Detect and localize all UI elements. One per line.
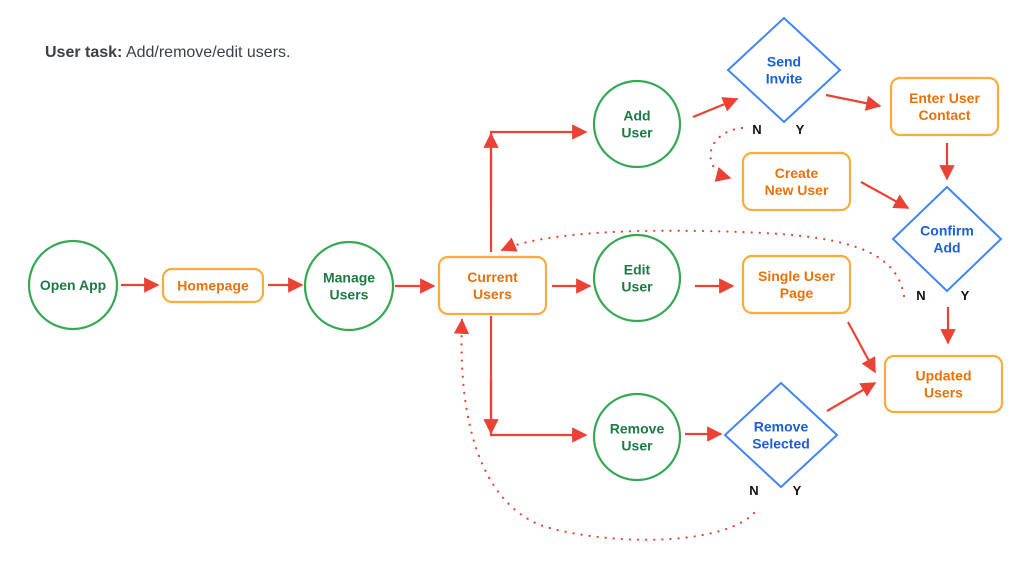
- edge-create-user-confirm-add: [860, 181, 910, 209]
- node-create-new-user: CreateNew User: [741, 151, 852, 212]
- edge-current-users-add-user: [489, 124, 588, 252]
- edge-send-invite-enter-contact: [825, 93, 882, 111]
- node-remove-user: RemoveUser: [592, 392, 682, 482]
- node-label: Contact: [918, 107, 970, 123]
- node-manage-users: ManageUsers: [303, 240, 395, 332]
- node-confirm-add: ConfirmAdd: [891, 185, 1003, 293]
- node-send-invite: SendInvite: [726, 16, 842, 124]
- node-label: Add: [623, 108, 650, 124]
- edge-remove-selected-updated-users: [826, 382, 877, 412]
- edge-current-users-remove-user: [489, 316, 588, 443]
- node-label: New User: [765, 182, 829, 198]
- node-label: Remove: [754, 419, 809, 435]
- remove-selected-yes-label: Y: [793, 483, 802, 498]
- node-current-users: CurrentUsers: [437, 255, 548, 316]
- send-invite-no-label: N: [752, 122, 761, 137]
- node-label: Page: [780, 285, 814, 301]
- edge-send-invite-no-create-user: [709, 126, 744, 182]
- confirm-add-yes-label: Y: [961, 288, 970, 303]
- node-label: Enter User: [909, 90, 980, 106]
- node-label: Homepage: [177, 278, 249, 294]
- node-label: Open App: [40, 277, 106, 293]
- node-label: Selected: [752, 436, 810, 452]
- node-label: Users: [924, 385, 963, 401]
- flow-diagram: Open App Homepage ManageUsersCurrentUsersA…: [27, 16, 1004, 541]
- node-label: User: [621, 279, 653, 295]
- node-single-user-page: Single UserPage: [741, 254, 852, 315]
- node-label: User: [621, 438, 653, 454]
- node-label: Updated: [916, 368, 972, 384]
- send-invite-yes-label: Y: [796, 122, 805, 137]
- remove-selected-no-label: N: [749, 483, 758, 498]
- node-label: Single User: [758, 268, 836, 284]
- node-open-app: Open App: [27, 239, 119, 331]
- node-label: Create: [775, 165, 819, 181]
- node-label: Manage: [323, 270, 375, 286]
- node-label: Current: [467, 269, 518, 285]
- node-add-user: AddUser: [592, 79, 682, 169]
- node-homepage: Homepage: [161, 267, 265, 304]
- node-label: Send: [767, 54, 801, 70]
- node-label: Add: [933, 240, 960, 256]
- node-label: Remove: [610, 421, 665, 437]
- node-label: Edit: [624, 262, 651, 278]
- node-updated-users: UpdatedUsers: [883, 354, 1004, 414]
- node-enter-user-contact: Enter UserContact: [889, 76, 1000, 137]
- edge-single-page-updated-users: [847, 321, 876, 374]
- node-remove-selected: RemoveSelected: [723, 381, 839, 489]
- confirm-add-no-label: N: [916, 288, 925, 303]
- node-label: Users: [473, 286, 512, 302]
- node-edit-user: EditUser: [592, 233, 682, 323]
- node-label: Users: [330, 287, 369, 303]
- node-label: Invite: [766, 71, 803, 87]
- edge-add-user-send-invite: [692, 97, 739, 119]
- node-label: Confirm: [920, 223, 974, 239]
- node-label: User: [621, 125, 653, 141]
